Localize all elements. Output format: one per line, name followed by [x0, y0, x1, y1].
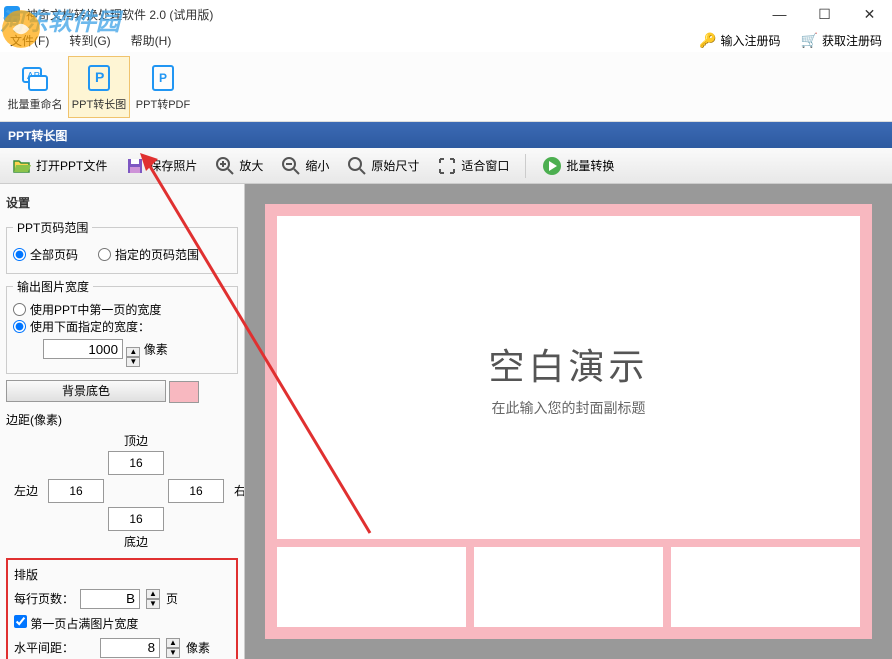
svg-text:P: P [95, 69, 104, 85]
radio-all-pages[interactable]: 全部页码 [13, 246, 78, 263]
menu-file[interactable]: 文件(F) [10, 32, 49, 49]
original-size-icon [347, 156, 367, 176]
spinner-up[interactable]: ▲ [126, 347, 140, 357]
folder-open-icon [12, 156, 32, 176]
preview-thumb [474, 547, 663, 627]
menu-bar: 文件(F) 转到(G) 帮助(H) 🔑 输入注册码 🛒 获取注册码 [0, 28, 892, 52]
preview-area: 空白演示 在此输入您的封面副标题 [245, 184, 892, 659]
window-title-bar: 神奇文档转换处理软件 2.0 (试用版) — ☐ ✕ [0, 0, 892, 28]
pages-per-row-input[interactable] [80, 589, 140, 609]
preview-title: 空白演示 [488, 338, 648, 390]
bgcolor-button[interactable]: 背景底色 [6, 380, 166, 402]
first-page-full-checkbox[interactable]: 第一页占满图片宽度 [14, 615, 138, 632]
register-link[interactable]: 🔑 输入注册码 [699, 32, 780, 49]
spinner-down[interactable]: ▼ [166, 648, 180, 658]
ribbon-ppt2img[interactable]: P PPT转长图 [68, 56, 130, 118]
radio-use-specified-width[interactable]: 使用下面指定的宽度： [13, 318, 231, 335]
page-range-fieldset: PPT页码范围 全部页码 指定的页码范围 [6, 219, 238, 274]
settings-title: 设置 [6, 190, 238, 215]
spinner-up[interactable]: ▲ [146, 589, 160, 599]
cart-icon: 🛒 [801, 32, 818, 49]
window-title: 神奇文档转换处理软件 2.0 (试用版) [26, 6, 213, 23]
tab-title: PPT转长图 [8, 127, 67, 144]
close-button[interactable]: ✕ [847, 0, 892, 28]
maximize-button[interactable]: ☐ [802, 0, 847, 28]
preview-container: 空白演示 在此输入您的封面副标题 [265, 204, 872, 639]
original-size-button[interactable]: 原始尺寸 [341, 152, 425, 180]
rename-icon: AB [19, 62, 51, 94]
pdf-icon: P [147, 62, 179, 94]
menu-help[interactable]: 帮助(H) [131, 32, 172, 49]
spinner-up[interactable]: ▲ [166, 638, 180, 648]
zoom-in-icon [215, 156, 235, 176]
preview-subtitle: 在此输入您的封面副标题 [492, 398, 646, 418]
getcode-link[interactable]: 🛒 获取注册码 [801, 32, 882, 49]
margin-top-input[interactable] [108, 451, 164, 475]
ribbon-batch-rename[interactable]: AB 批量重命名 [4, 56, 66, 118]
tab-bar: PPT转长图 [0, 122, 892, 148]
svg-text:P: P [159, 71, 167, 85]
margin-bottom-input[interactable] [108, 507, 164, 531]
key-icon: 🔑 [699, 32, 716, 49]
radio-specified-pages[interactable]: 指定的页码范围 [98, 246, 199, 263]
preview-thumb [671, 547, 860, 627]
minimize-button[interactable]: — [757, 0, 802, 28]
app-icon [4, 6, 20, 22]
zoom-in-button[interactable]: 放大 [209, 152, 269, 180]
ppt-icon: P [83, 62, 115, 94]
zoom-out-icon [281, 156, 301, 176]
open-ppt-button[interactable]: 打开PPT文件 [6, 152, 113, 180]
spinner-down[interactable]: ▼ [126, 357, 140, 367]
ribbon-ppt2pdf[interactable]: P PPT转PDF [132, 56, 194, 118]
spinner-down[interactable]: ▼ [146, 599, 160, 609]
radio-use-first-width[interactable]: 使用PPT中第一页的宽度 [13, 301, 231, 318]
preview-main-slide: 空白演示 在此输入您的封面副标题 [277, 216, 860, 539]
menu-goto[interactable]: 转到(G) [69, 32, 110, 49]
ribbon-toolbar: AB 批量重命名 P PPT转长图 P PPT转PDF [0, 52, 892, 122]
save-icon [125, 156, 145, 176]
preview-thumb [277, 547, 466, 627]
hspacing-input[interactable] [100, 638, 160, 658]
save-photo-button[interactable]: 保存照片 [119, 152, 203, 180]
margin-left-input[interactable] [48, 479, 104, 503]
output-width-fieldset: 输出图片宽度 使用PPT中第一页的宽度 使用下面指定的宽度： ▲▼ 像素 [6, 278, 238, 374]
zoom-out-button[interactable]: 缩小 [275, 152, 335, 180]
margin-group: 边距(像素) 顶边 左边 右边 底边 [6, 411, 238, 550]
toolbar: 打开PPT文件 保存照片 放大 缩小 原始尺寸 适合窗口 批量转换 [0, 148, 892, 184]
fit-window-icon [437, 156, 457, 176]
color-swatch[interactable] [169, 381, 199, 403]
batch-convert-button[interactable]: 批量转换 [536, 152, 620, 180]
layout-fieldset: 排版 每行页数： ▲▼ 页 第一页占满图片宽度 水平间距： ▲▼ 像素 垂直间距… [6, 558, 238, 659]
play-icon [542, 156, 562, 176]
fit-window-button[interactable]: 适合窗口 [431, 152, 515, 180]
width-input[interactable] [43, 339, 123, 359]
settings-sidebar: 设置 PPT页码范围 全部页码 指定的页码范围 输出图片宽度 使用PPT中第一页… [0, 184, 245, 659]
margin-right-input[interactable] [168, 479, 224, 503]
